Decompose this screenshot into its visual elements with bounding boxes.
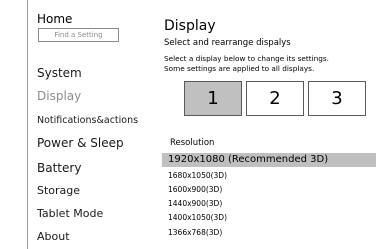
resolution-option-1400x1050[interactable]: 1400x1050(3D) — [162, 211, 376, 225]
page-subtitle: Select and rearrange dispalys — [164, 38, 291, 48]
description-line-2: Some settings are applied to all display… — [164, 64, 315, 73]
resolution-option-1600x900[interactable]: 1600x900(3D) — [162, 183, 376, 197]
display-settings-panel: Display Select and rearrange dispalys Se… — [162, 0, 376, 249]
home-link[interactable]: Home — [37, 12, 72, 26]
monitor-2-tile[interactable]: 2 — [246, 81, 304, 116]
sidebar-item-system[interactable]: System — [37, 66, 82, 81]
settings-sidebar: Home Find a Setting System Display Notif… — [27, 0, 149, 249]
settings-window: Home Find a Setting System Display Notif… — [0, 0, 376, 249]
resolution-option-1440x900[interactable]: 1440x900(3D) — [162, 197, 376, 211]
description-line-1: Select a display below to change its set… — [164, 54, 329, 63]
page-title: Display — [164, 18, 216, 34]
sidebar-item-display[interactable]: Display — [37, 89, 81, 104]
sidebar-item-about[interactable]: About — [37, 230, 70, 244]
resolution-option-1680x1050[interactable]: 1680x1050(3D) — [162, 169, 376, 183]
sidebar-item-power-sleep[interactable]: Power & Sleep — [37, 136, 124, 151]
sidebar-item-tablet-mode[interactable]: Tablet Mode — [37, 207, 103, 221]
resolution-option-1920x1080[interactable]: 1920x1080 (Recommended 3D) — [162, 153, 376, 167]
monitor-1-tile[interactable]: 1 — [184, 81, 242, 116]
sidebar-item-storage[interactable]: Storage — [37, 184, 80, 198]
sidebar-item-notifications-actions[interactable]: Notifications&actions — [37, 115, 138, 127]
find-setting-search-input[interactable]: Find a Setting — [38, 28, 119, 42]
resolution-label: Resolution — [170, 138, 215, 148]
sidebar-item-battery[interactable]: Battery — [37, 161, 81, 176]
resolution-option-1366x768[interactable]: 1366x768(3D) — [162, 226, 376, 240]
monitor-3-tile[interactable]: 3 — [308, 81, 366, 116]
